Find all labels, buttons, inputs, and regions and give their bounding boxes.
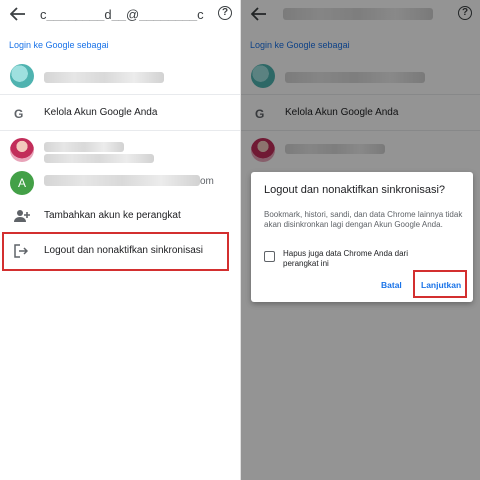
- logout-highlight-box: [2, 232, 229, 271]
- google-g-icon: G: [14, 107, 24, 121]
- signed-in-as-label: Login ke Google sebagai: [9, 40, 109, 50]
- avatar: [10, 138, 34, 162]
- clear-data-checkbox-label[interactable]: Hapus juga data Chrome Anda dari perangk…: [283, 249, 433, 269]
- logout-confirm-dialog: Logout dan nonaktifkan sinkronisasi? Boo…: [251, 172, 473, 302]
- logout-dialog-panel: ? Login ke Google sebagai G Kelola Akun …: [240, 0, 480, 480]
- dialog-title: Logout dan nonaktifkan sinkronisasi?: [264, 184, 446, 196]
- account-menu-panel: c________d__@________c ? Login ke Google…: [0, 0, 240, 480]
- add-account-label: Tambahkan akun ke perangkat: [44, 210, 181, 221]
- help-icon[interactable]: ?: [218, 6, 232, 20]
- account-row-1[interactable]: [0, 60, 240, 94]
- redacted-email: [44, 154, 154, 163]
- redacted-email: [44, 175, 200, 186]
- top-bar: c________d__@________c ?: [0, 0, 240, 30]
- manage-account-label: Kelola Akun Google Anda: [44, 107, 158, 118]
- manage-account-row[interactable]: G Kelola Akun Google Anda: [0, 97, 240, 131]
- divider: [0, 130, 240, 131]
- dialog-message: Bookmark, histori, sandi, dan data Chrom…: [264, 210, 463, 229]
- avatar: A: [10, 171, 34, 195]
- avatar: [10, 64, 34, 88]
- continue-highlight-box: [413, 270, 467, 298]
- clear-data-checkbox[interactable]: [264, 251, 275, 262]
- add-person-icon: [14, 210, 30, 222]
- account-row-3[interactable]: A om: [0, 167, 240, 201]
- email-suffix: om: [200, 176, 214, 187]
- redacted-name: [44, 142, 124, 152]
- add-account-row[interactable]: Tambahkan akun ke perangkat: [0, 200, 240, 234]
- divider: [0, 94, 240, 95]
- account-row-2[interactable]: [0, 134, 240, 168]
- screenshot-stage: c________d__@________c ? Login ke Google…: [0, 0, 480, 480]
- cancel-button[interactable]: Batal: [381, 280, 402, 290]
- header-account-email: c________d__@________c: [40, 7, 204, 21]
- back-arrow-icon[interactable]: [10, 7, 26, 21]
- redacted-email: [44, 72, 164, 83]
